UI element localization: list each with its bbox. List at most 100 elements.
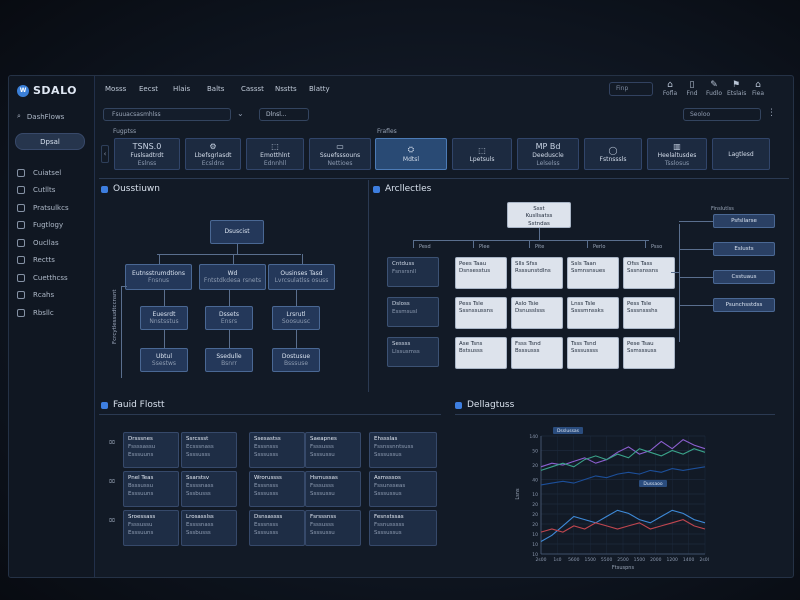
sidebar-item[interactable]: Pratsulkcs [17,199,69,217]
overview-mid-node[interactable]: Wd Fntstdkdesa rsnets [199,264,266,290]
overview-low-node[interactable]: Dssets Ensrs [205,306,253,330]
top-icon-button[interactable]: ✎ Fudlo [705,80,723,97]
field-card[interactable]: Sroessass Fsssussu Esssuuns [123,510,179,546]
architecture-grid-node[interactable]: Ssls Taan Ssmnsnsues [567,257,619,289]
architecture-right-node[interactable]: Eslusts [713,242,775,256]
feature-card[interactable]: ◯ Fstnsssls [584,138,642,170]
architecture-grid-node[interactable]: Pees Taau Dsnsesstus [455,257,507,289]
field-card[interactable]: Lrosasslss Essssnass Sssbusss [181,510,237,546]
top-icon-button[interactable]: ⌂ Fiea [749,80,767,97]
overview-low-node[interactable]: Euesrdt Nnstsstus [140,306,188,330]
right-search-input[interactable]: Seoloo [683,108,761,121]
top-icon-button[interactable]: ▯ Fnd [683,80,701,97]
view-select[interactable]: Dlnsl... [259,108,309,121]
architecture-right-node[interactable]: Psunchsstdss [713,298,775,312]
feature-card[interactable]: ▥ Heelaltusdes Tsslosus [647,138,707,170]
sidebar-search[interactable]: ⌕ DashFlows [17,112,64,121]
overview-leaf-node[interactable]: Ssedulle Bsnrr [205,348,253,372]
field-side-card[interactable]: Asmsssos Fssunsseas Ssssussus [369,471,437,507]
overview-mid-node[interactable]: Ousinses Tasd Lvrcsulatlss osuss [268,264,335,290]
filter-input[interactable]: Fsuuacsasmhlss [103,108,231,121]
overview-root-node[interactable]: Dsuscist [210,220,264,244]
architecture-grid-node[interactable]: Slls Sfss Rsssunstdlns [511,257,563,289]
feature-card[interactable]: ⬚ Emotthlnt Ednnhll [246,138,304,170]
architecture-root-node[interactable]: Ssst Kusllsatss Sstndas [507,202,571,228]
feature-card[interactable]: TSNS.0 Fuslsadtrdt Eslnss [114,138,180,170]
architecture-right-node[interactable]: Psfsllarse [713,214,775,228]
overview-mid-node[interactable]: Eutnsstrumdtions Fnsnus [125,264,192,290]
card-icon: ◯ [608,145,618,155]
field-card[interactable]: Dsnsassss Esssnsss Ssssusss [249,510,305,546]
field-card[interactable]: Fsrsssnss Fsssusss Ssssussu [305,510,361,546]
menu-item[interactable]: Nsstts [275,85,309,93]
architecture-grid-node[interactable]: Pess Tsle Ssssnssshs [623,297,675,329]
top-icon-button[interactable]: ⚑ Etslais [727,80,746,97]
field-side-card[interactable]: Ehssslas Fssnssnntsuss Ssssussus [369,432,437,468]
row-marker-icon[interactable]: ⌧ [109,440,115,446]
overview-leaf-node[interactable]: Ubtul Ssestws [140,348,188,372]
overview-leaf-node[interactable]: Dostusue Bsssuse [272,348,320,372]
architecture-grid-node[interactable]: Pess Tsle Sssnssussns [455,297,507,329]
row-marker-icon[interactable]: ⌧ [109,479,115,485]
menu-bar: Mosss Eecst Hlais Balts Cassst Nsstts Blatty [105,85,343,93]
primary-button[interactable]: Dpsal [15,133,85,150]
field-card-meta: Ssssusss [254,490,279,497]
field-card[interactable]: Drsssnes Fssssassu Esssuuns [123,432,179,468]
architecture-grid-node[interactable]: Fsss Tsnd Bsssusss [511,337,563,369]
scroll-left-icon[interactable]: ‹ [101,145,109,163]
architecture-right-node[interactable]: Csstuaus [713,270,775,284]
architecture-left-node[interactable]: Cntduss Fsnsrsnll [387,257,439,287]
architecture-column-label: Pesd [419,244,431,250]
field-side-card[interactable]: Fesnstssas Fssnusssss Ssssussus [369,510,437,546]
card-title: TSNS.0 [132,141,162,151]
menu-item[interactable]: Blatty [309,85,343,93]
menu-item[interactable]: Mosss [105,85,139,93]
field-card[interactable]: Ssrcssst Ecsssnass Ssssusss [181,432,237,468]
menu-item[interactable]: Hlais [173,85,207,93]
node-title: Pess Tsle [459,301,484,307]
chevron-down-icon[interactable]: ⌄ [237,109,244,118]
overview-low-node[interactable]: Lrsrutl Soosuusc [272,306,320,330]
feature-card[interactable]: MP Bd Deeduscle Lelselss [517,138,579,170]
field-card-sub: Essssnass [186,521,214,528]
architecture-grid-node[interactable]: Ase Tsns Bstsusss [455,337,507,369]
field-card[interactable]: Ssesastss Esssnsss Ssssusss [249,432,305,468]
sidebar-item[interactable]: Rcahs [17,287,69,305]
logo-icon: W [17,84,29,97]
sidebar-item[interactable]: Cuiatsel [17,164,69,182]
feature-card[interactable]: ⛭ Mdtsl [375,138,447,170]
feature-card[interactable]: ⚙ Lbefsgrlasdt Ecsldns [185,138,241,170]
field-card[interactable]: Pnel Teas Bsssussu Esssuuns [123,471,179,507]
field-card[interactable]: Wrorussss Esssnsss Ssssusss [249,471,305,507]
architecture-grid-node[interactable]: Ofss Tass Sssnsnssns [623,257,675,289]
architecture-grid-node[interactable]: Lnss Tsle Ssssmnssks [567,297,619,329]
field-card[interactable]: Ssarstsv Essssnass Sssbusss [181,471,237,507]
app-title: SDALO [33,84,78,97]
architecture-grid-node[interactable]: Tsss Tsnd Ssssussss [567,337,619,369]
menu-item[interactable]: Balts [207,85,241,93]
top-icon-button[interactable]: ⌂ Fofla [661,80,679,97]
menu-item[interactable]: Cassst [241,85,275,93]
architecture-left-node[interactable]: Sessss Llssusmss [387,337,439,367]
feature-card[interactable]: ▭ Ssuefsssouns Nettioes [309,138,371,170]
sidebar-item[interactable]: Cuetthcss [17,269,69,287]
field-card-sub: Fsssussu [128,521,153,528]
logo[interactable]: W SDALO [17,84,77,97]
row-marker-icon[interactable]: ⌧ [109,518,115,524]
field-card[interactable]: Saeapnes Fsssusss Ssssussu [305,432,361,468]
top-icons: ⌂ Fofla ▯ Fnd ✎ Fudlo ⚑ Etslais ⌂ Fiea [661,80,767,97]
sidebar-item[interactable]: Cutllts [17,182,69,200]
sidebar-item[interactable]: Rectts [17,252,69,270]
top-search-input[interactable]: Finp [609,82,653,96]
feature-card[interactable]: ⬚ Lpetsuls [452,138,512,170]
sidebar-item[interactable]: Fugtlogy [17,217,69,235]
menu-item[interactable]: Eecst [139,85,173,93]
architecture-left-node[interactable]: Dsloss Essmsusl [387,297,439,327]
sidebar-item[interactable]: Oucllas [17,234,69,252]
more-icon[interactable]: ⋮ [767,108,776,118]
sidebar-item[interactable]: Rbsllc [17,304,69,322]
architecture-grid-node[interactable]: Pese Tsau Ssmsssuss [623,337,675,369]
architecture-grid-node[interactable]: Aslo Tsie Dsnusslsss [511,297,563,329]
feature-card[interactable]: Lagtlesd [712,138,770,170]
field-card[interactable]: Hsmussas Fsssusss Ssssussu [305,471,361,507]
